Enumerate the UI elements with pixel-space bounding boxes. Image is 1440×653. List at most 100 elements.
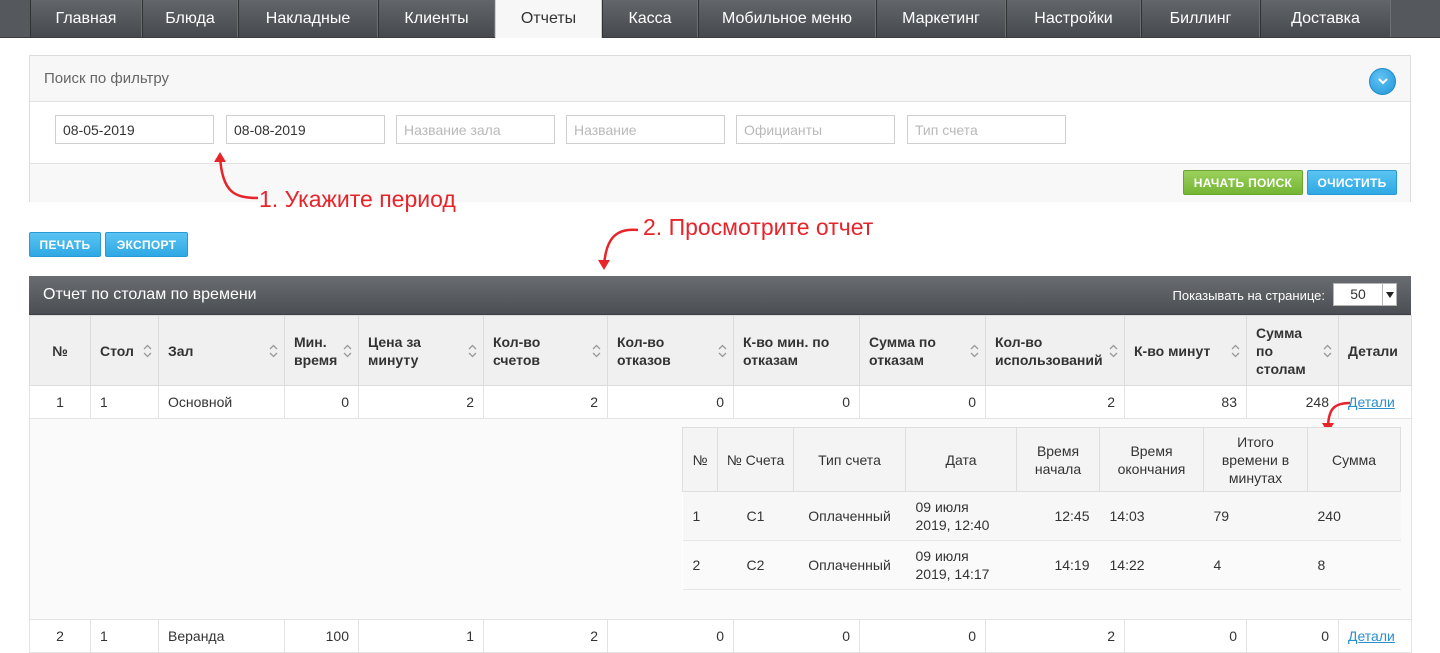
col-header-table-sum[interactable]: Сумма по столам — [1246, 315, 1339, 386]
sort-icon — [1109, 344, 1118, 357]
top-navigation: Главная Блюда Накладные Клиенты Отчеты К… — [0, 0, 1440, 38]
annotation-step-1: 1. Укажите период — [259, 186, 456, 212]
col-header-price-per-minute[interactable]: Цена за минуту — [358, 315, 484, 386]
tab-main[interactable]: Главная — [30, 0, 142, 37]
col-header-table[interactable]: Стол — [90, 315, 159, 386]
details-col-number: № — [682, 427, 718, 492]
details-cell-sum: 240 — [1307, 491, 1401, 541]
export-button[interactable]: ЭКСПОРТ — [105, 232, 188, 257]
col-header-uses[interactable]: Кол-во использований — [985, 315, 1125, 386]
details-col-date: Дата — [905, 427, 1017, 492]
sort-icon — [143, 344, 152, 357]
cell-hall: Основной — [158, 385, 285, 419]
filter-header: Поиск по фильтру — [30, 56, 1410, 102]
bill-type-input[interactable] — [907, 115, 1066, 144]
annotation-step-2: 2. Просмотрите отчет — [643, 214, 874, 240]
tab-settings[interactable]: Настройки — [1006, 0, 1141, 37]
col-header-details: Детали — [1338, 315, 1412, 386]
col-header-bills-count[interactable]: Кол-во счетов — [483, 315, 608, 386]
name-input[interactable] — [566, 115, 725, 144]
per-page-label: Показывать на странице: — [1172, 288, 1326, 303]
date-from-input[interactable] — [55, 115, 214, 144]
date-to-input[interactable] — [226, 115, 385, 144]
cell-refusals: 0 — [607, 619, 734, 653]
per-page-select[interactable]: 50 — [1333, 283, 1397, 306]
sort-icon — [1323, 344, 1332, 357]
collapse-toggle-button[interactable] — [1369, 68, 1396, 95]
sort-icon — [468, 344, 477, 357]
cell-min-time: 100 — [284, 619, 359, 653]
details-col-total-minutes: Итого времени в минутах — [1203, 427, 1308, 492]
col-header-refusal-sum[interactable]: Сумма по отказам — [859, 315, 986, 386]
details-col-end-time: Время окончания — [1099, 427, 1204, 492]
col-header-refusals[interactable]: Кол-во отказов — [607, 315, 734, 386]
cell-minutes: 0 — [1124, 619, 1247, 653]
details-cell-bill-type: Оплаченный — [793, 491, 906, 541]
cell-refusals: 0 — [607, 385, 734, 419]
nav-right-spacer — [1391, 0, 1440, 37]
tab-billing[interactable]: Биллинг — [1141, 0, 1260, 37]
details-cell-bill-type: Оплаченный — [793, 540, 906, 590]
col-header-min-time[interactable]: Мин. время — [284, 315, 359, 386]
details-cell-date: 09 июля 2019, 14:17 — [905, 540, 1017, 590]
tab-mobile-menu[interactable]: Мобильное меню — [698, 0, 876, 37]
sort-icon — [343, 344, 352, 357]
details-cell-start-time: 12:45 — [1016, 491, 1100, 541]
col-header-refusal-minutes[interactable]: К-во мин. по отказам — [733, 315, 860, 386]
details-col-sum: Сумма — [1307, 427, 1401, 492]
print-button[interactable]: ПЕЧАТЬ — [29, 232, 101, 257]
sort-icon — [269, 344, 278, 357]
details-cell-start-time: 14:19 — [1016, 540, 1100, 590]
col-header-hall[interactable]: Зал — [158, 315, 285, 386]
cell-refusal-sum: 0 — [859, 385, 986, 419]
cell-minutes: 83 — [1124, 385, 1247, 419]
sort-icon — [970, 344, 979, 357]
details-col-bill-number: № Счета — [717, 427, 794, 492]
table-header-row: № Стол Зал Мин. время Цена за минуту Кол… — [29, 315, 1412, 386]
cell-refusal-sum: 0 — [859, 619, 986, 653]
sort-icon — [592, 344, 601, 357]
details-header-row: № № Счета Тип счета Дата Время начала Вр… — [682, 427, 1401, 492]
table-row: 1 1 Основной 0 2 2 0 0 0 2 83 248 Детали — [29, 385, 1412, 419]
waiters-input[interactable] — [736, 115, 895, 144]
details-cell-total-minutes: 79 — [1203, 491, 1308, 541]
details-table: № № Счета Тип счета Дата Время начала Вр… — [682, 427, 1401, 590]
report-title: Отчет по столам по времени — [43, 286, 257, 303]
details-cell-number: 2 — [682, 540, 718, 590]
cell-price-per-minute: 1 — [358, 619, 484, 653]
col-header-minutes[interactable]: К-во минут — [1124, 315, 1247, 386]
clear-button[interactable]: ОЧИСТИТЬ — [1307, 170, 1397, 195]
tab-reports[interactable]: Отчеты — [495, 0, 602, 38]
report-table: № Стол Зал Мин. время Цена за минуту Кол… — [29, 315, 1412, 653]
details-cell-total-minutes: 4 — [1203, 540, 1308, 590]
details-col-bill-type: Тип счета — [793, 427, 906, 492]
sort-icon — [1231, 344, 1240, 357]
per-page-value: 50 — [1350, 286, 1366, 302]
details-expanded-row: № № Счета Тип счета Дата Время начала Вр… — [29, 401, 1412, 620]
start-search-button[interactable]: НАЧАТЬ ПОИСК — [1183, 170, 1303, 195]
tab-invoices[interactable]: Накладные — [238, 0, 378, 37]
tab-delivery[interactable]: Доставка — [1260, 0, 1391, 37]
details-cell-end-time: 14:03 — [1099, 491, 1204, 541]
hall-name-input[interactable] — [396, 115, 555, 144]
cell-refusal-minutes: 0 — [733, 385, 860, 419]
details-cell-sum: 8 — [1307, 540, 1401, 590]
details-container: № № Счета Тип счета Дата Время начала Вр… — [29, 401, 1412, 620]
details-link[interactable]: Детали — [1348, 628, 1395, 644]
cell-price-per-minute: 2 — [358, 385, 484, 419]
details-cell-date: 09 июля 2019, 12:40 — [905, 491, 1017, 541]
details-row: 2 C2 Оплаченный 09 июля 2019, 14:17 14:1… — [682, 540, 1401, 590]
tab-clients[interactable]: Клиенты — [378, 0, 495, 37]
tab-marketing[interactable]: Маркетинг — [876, 0, 1006, 37]
cell-uses: 2 — [985, 385, 1125, 419]
cell-number: 2 — [29, 619, 91, 653]
col-header-number: № — [29, 315, 91, 386]
tab-dishes[interactable]: Блюда — [142, 0, 238, 37]
chevron-down-icon — [1377, 78, 1388, 85]
details-cell-end-time: 14:22 — [1099, 540, 1204, 590]
cell-uses: 2 — [985, 619, 1125, 653]
table-row: 2 1 Веранда 100 1 2 0 0 0 2 0 0 Детали — [29, 619, 1412, 653]
tab-cash[interactable]: Касса — [602, 0, 698, 37]
cell-number: 1 — [29, 385, 91, 419]
details-cell-bill-number: C2 — [717, 540, 794, 590]
